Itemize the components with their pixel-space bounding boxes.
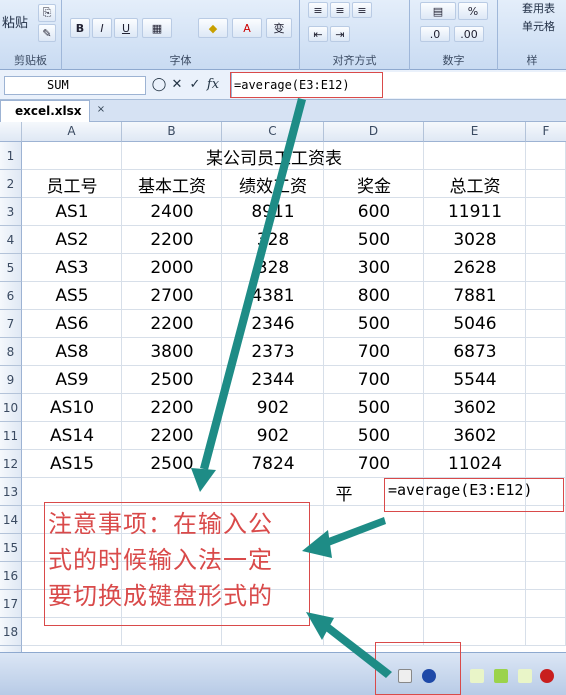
excel-window: 粘贴 ⎘ ✎ 剪贴板 B I U ▦ ◆ A 变 字体 ≡ ≡ ≡ ⇤ ⇥ 对齐… bbox=[0, 0, 566, 695]
arrow-shaft bbox=[322, 622, 392, 678]
arrow-head bbox=[191, 468, 216, 492]
annotation-arrows bbox=[191, 98, 392, 678]
arrow-shaft bbox=[323, 517, 386, 547]
arrow-shaft bbox=[200, 98, 306, 470]
arrow-head bbox=[302, 530, 332, 558]
